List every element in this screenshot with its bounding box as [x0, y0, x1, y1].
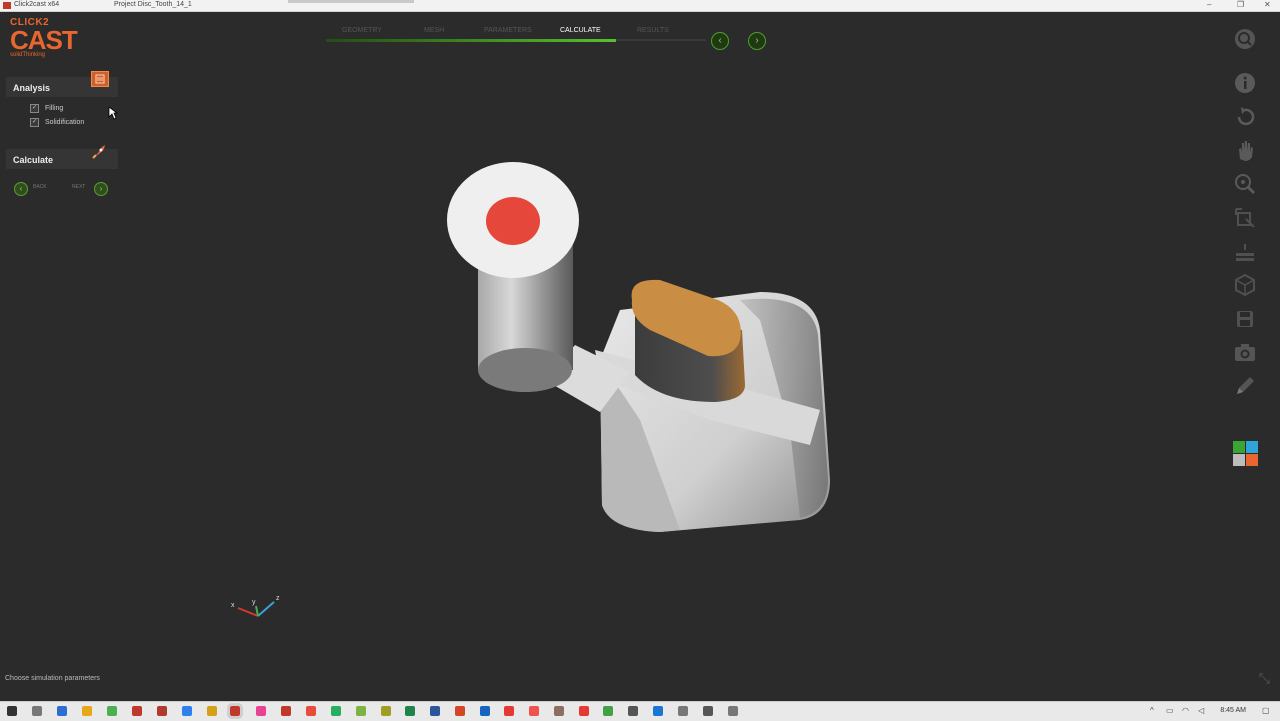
taskbar-app-icon[interactable]: [504, 706, 514, 716]
taskbar-app-icon[interactable]: [256, 706, 266, 716]
resize-grip-icon[interactable]: ⤡: [1259, 670, 1270, 687]
file-explorer-icon[interactable]: [82, 706, 92, 716]
taskbar-app-icon[interactable]: [603, 706, 613, 716]
click2cast-taskbar-icon[interactable]: [227, 703, 243, 719]
undo-icon[interactable]: [1230, 104, 1260, 130]
axis-y-label: y: [252, 599, 256, 606]
excel-icon[interactable]: [405, 706, 415, 716]
tray-volume-icon[interactable]: ◁: [1198, 706, 1204, 715]
axis-z-label: z: [276, 595, 280, 602]
taskbar-app-icon[interactable]: [381, 706, 391, 716]
taskbar-app-icon[interactable]: [554, 706, 564, 716]
color-scale-icon[interactable]: [1233, 441, 1259, 467]
camera-icon[interactable]: [1230, 339, 1260, 365]
pan-hand-icon[interactable]: [1230, 137, 1260, 163]
taskbar-app-icon[interactable]: [157, 706, 167, 716]
word-icon[interactable]: [430, 706, 440, 716]
taskbar-app-icon[interactable]: [306, 706, 316, 716]
taskbar-app-icon[interactable]: [678, 706, 688, 716]
taskbar-app-icon[interactable]: [653, 706, 663, 716]
inlet-marker: [486, 197, 540, 245]
color-scale-blue: [1246, 441, 1258, 453]
info-icon[interactable]: [1230, 70, 1260, 96]
axis-x-label: x: [231, 602, 235, 609]
taskbar-app-icon[interactable]: [207, 706, 217, 716]
cube-view-icon[interactable]: [1230, 272, 1260, 298]
taskbar-app-icon[interactable]: [728, 706, 738, 716]
taskbar-app-icon[interactable]: [331, 706, 341, 716]
taskbar-app-icon[interactable]: [57, 706, 67, 716]
pencil-icon[interactable]: [1230, 373, 1260, 399]
taskbar-app-icon[interactable]: [281, 706, 291, 716]
tray-chevron-icon[interactable]: ^: [1150, 706, 1154, 715]
taskbar-app-icon[interactable]: [628, 706, 638, 716]
mouse-cursor-icon: [108, 106, 119, 125]
sprue-bottom: [478, 348, 572, 392]
fit-view-icon[interactable]: [1230, 205, 1260, 231]
status-text: Choose simulation parameters: [5, 675, 100, 682]
taskbar-app-icon[interactable]: [529, 706, 539, 716]
taskbar-app-icon[interactable]: [107, 706, 117, 716]
section-plane-icon[interactable]: [1230, 239, 1260, 265]
save-icon[interactable]: [1230, 306, 1260, 332]
taskbar-app-icon[interactable]: [579, 706, 589, 716]
os-taskbar: ^ ▭ ◠ ◁ 8:45 AM ▢: [0, 701, 1280, 721]
notification-icon[interactable]: ▢: [1262, 706, 1270, 715]
tray-wifi-icon[interactable]: ◠: [1182, 706, 1189, 715]
taskbar-app-icon[interactable]: [703, 706, 713, 716]
search-icon[interactable]: [1230, 26, 1260, 52]
taskbar-app-icon[interactable]: [132, 706, 142, 716]
viewport-3d-model[interactable]: [0, 0, 1280, 720]
tray-network-icon[interactable]: ▭: [1166, 706, 1174, 715]
color-scale-green: [1233, 441, 1245, 453]
taskbar-app-icon[interactable]: [182, 706, 192, 716]
color-scale-orange: [1246, 454, 1258, 466]
zoom-icon[interactable]: [1230, 171, 1260, 197]
taskbar-app-icon[interactable]: [480, 706, 490, 716]
start-icon[interactable]: [7, 706, 17, 716]
taskbar-app-icon[interactable]: [356, 706, 366, 716]
color-scale-grey: [1233, 454, 1245, 466]
powerpoint-icon[interactable]: [455, 706, 465, 716]
axis-triad: x y z: [228, 592, 288, 633]
task-view-icon[interactable]: [32, 706, 42, 716]
taskbar-clock[interactable]: 8:45 AM: [1220, 707, 1246, 714]
